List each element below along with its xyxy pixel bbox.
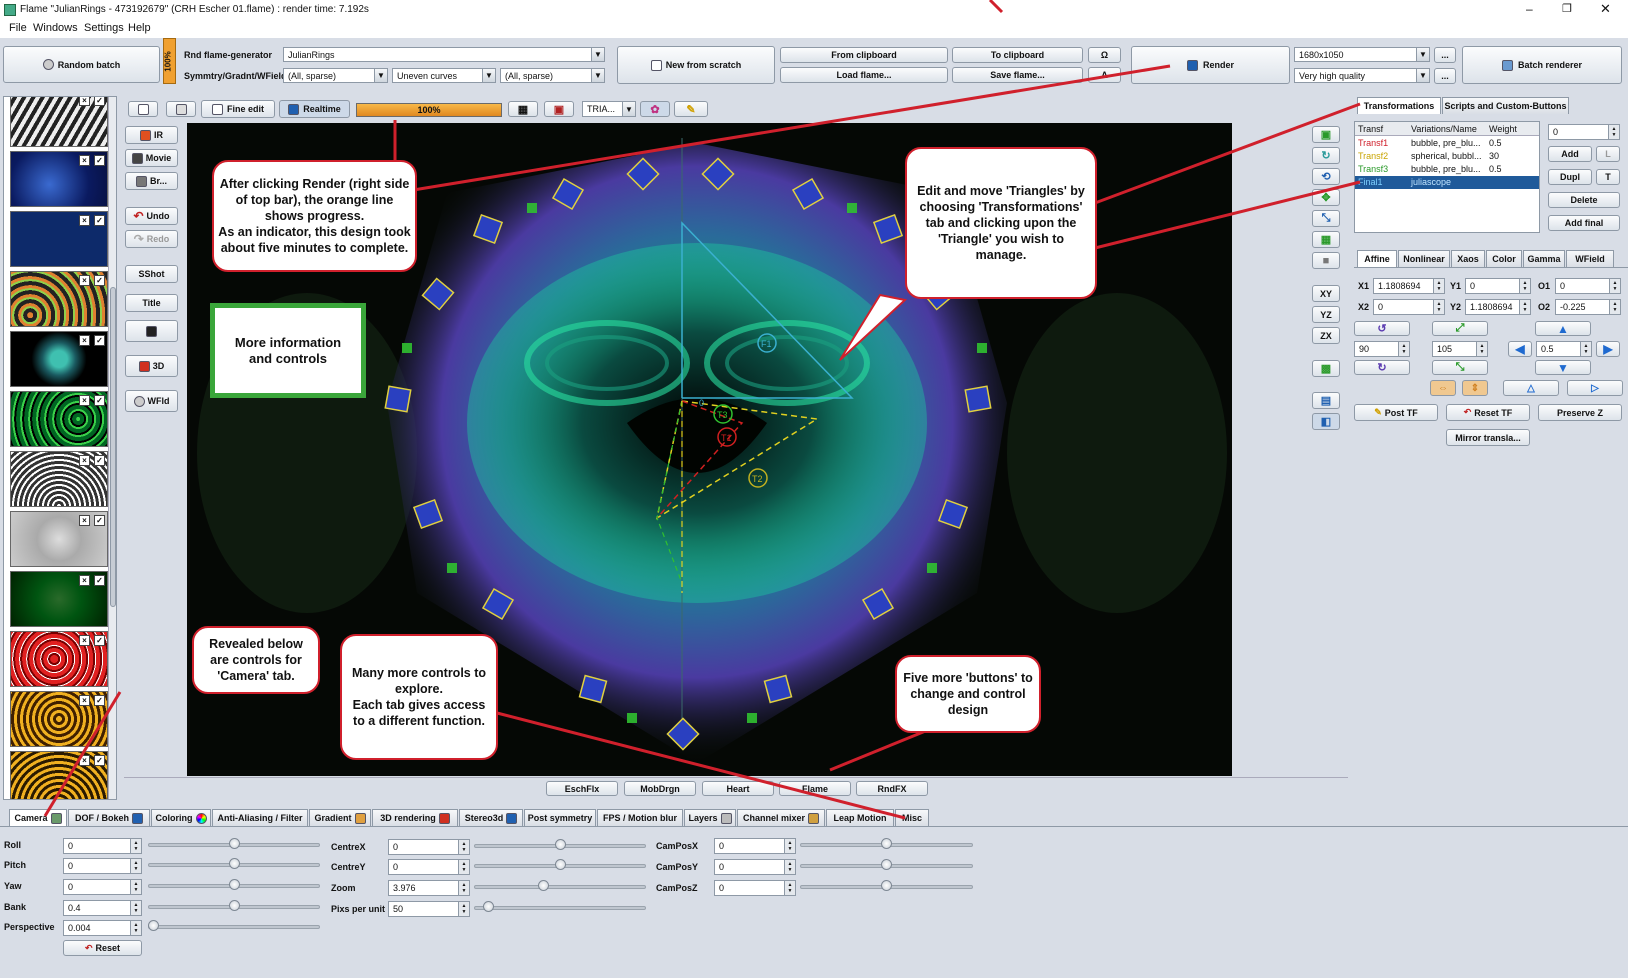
annotation-lines [43,0,1361,820]
callout-render-progress: After clicking Render (right side of top… [212,160,417,272]
callout-many-controls: Many more controls to explore. Each tab … [340,634,498,760]
callout-triangles: Edit and move 'Triangles' by choosing 'T… [905,147,1097,299]
callout-five-buttons: Five more 'buttons' to change and contro… [895,655,1041,733]
callout-camera-tab: Revealed below are controls for 'Camera'… [192,626,320,694]
callout-more-info: More information and controls [210,303,366,398]
